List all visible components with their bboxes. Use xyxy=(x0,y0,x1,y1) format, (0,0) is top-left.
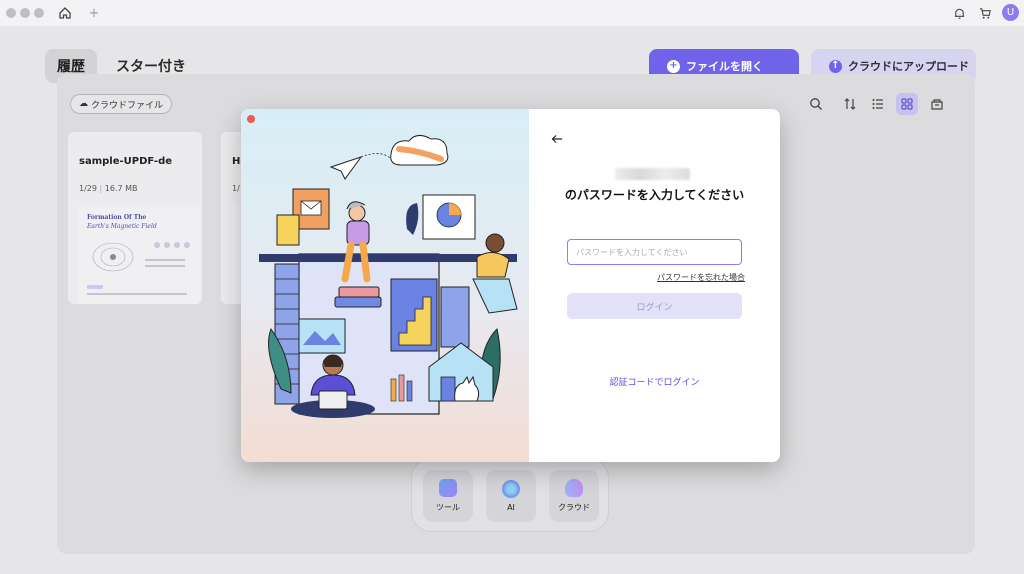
grid-view-icon[interactable] xyxy=(896,93,918,115)
redacted-email xyxy=(615,168,690,180)
plus-icon: + xyxy=(667,59,680,73)
title-bar: + U xyxy=(0,0,1024,26)
dock-tools-button[interactable]: ツール xyxy=(423,470,473,522)
password-input[interactable] xyxy=(567,239,742,265)
cart-icon[interactable] xyxy=(976,4,994,22)
dock-ai-button[interactable]: AI xyxy=(486,470,536,522)
window-close-button[interactable] xyxy=(6,8,16,18)
open-file-label: ファイルを開く xyxy=(686,60,763,73)
window-zoom-button[interactable] xyxy=(34,8,44,18)
cloud-files-filter[interactable]: ☁ クラウドファイル xyxy=(70,94,173,114)
file-meta: 1/ xyxy=(232,184,240,193)
file-thumbnail: Formation Of The Earth's Magnetic Field xyxy=(79,205,201,304)
bottom-dock: ツール AI クラウド xyxy=(411,458,609,532)
login-button[interactable]: ログイン xyxy=(567,293,742,319)
dock-cloud-button[interactable]: クラウド xyxy=(549,470,599,522)
thumbnail-figure-icon xyxy=(87,242,190,295)
cloud-icon: ☁ xyxy=(79,99,88,109)
list-view-icon[interactable] xyxy=(867,93,889,115)
new-tab-button[interactable]: + xyxy=(85,4,103,22)
dock-ai-label: AI xyxy=(507,503,515,512)
code-login-link[interactable]: 認証コードでログイン xyxy=(529,375,780,388)
login-panel: のパスワードを入力してください パスワードを忘れた場合 ログイン 認証コードでロ… xyxy=(529,109,780,462)
login-modal: のパスワードを入力してください パスワードを忘れた場合 ログイン 認証コードでロ… xyxy=(241,109,780,462)
upload-icon: ↑ xyxy=(829,59,842,73)
ai-icon xyxy=(502,480,520,498)
home-icon[interactable] xyxy=(56,4,74,22)
search-icon[interactable] xyxy=(805,93,827,115)
thumbnail-title: Formation Of The xyxy=(87,214,147,221)
workspace-illustration-icon xyxy=(259,135,518,418)
archive-icon[interactable] xyxy=(926,93,948,115)
cloud-icon xyxy=(565,479,583,497)
window-minimize-button[interactable] xyxy=(20,8,30,18)
thumbnail-subtitle: Earth's Magnetic Field xyxy=(87,223,157,230)
toolbox-icon xyxy=(439,479,457,497)
file-date: 1/ xyxy=(232,184,240,193)
sort-icon[interactable] xyxy=(839,93,861,115)
close-modal-button[interactable] xyxy=(247,115,255,123)
cloud-upload-label: クラウドにアップロード xyxy=(848,60,969,73)
dock-cloud-label: クラウド xyxy=(558,503,590,512)
file-name: sample-UPDF-de xyxy=(79,156,173,167)
bell-icon[interactable] xyxy=(950,4,968,22)
thumbnail-text: Formation Of The Earth's Magnetic Field xyxy=(87,213,157,231)
file-date: 1/29 xyxy=(79,184,97,193)
back-arrow-icon[interactable] xyxy=(551,133,563,149)
file-card[interactable]: sample-UPDF-de 1/29 | 16.7 MB Formation … xyxy=(68,132,202,304)
dock-tools-label: ツール xyxy=(436,503,460,512)
file-size: 16.7 MB xyxy=(104,184,138,193)
cloud-files-label: クラウドファイル xyxy=(91,100,164,111)
login-heading: のパスワードを入力してください xyxy=(564,188,745,202)
avatar[interactable]: U xyxy=(1002,4,1019,21)
illustration-panel xyxy=(241,109,529,462)
file-meta: 1/29 | 16.7 MB xyxy=(79,184,138,193)
forgot-password-link[interactable]: パスワードを忘れた場合 xyxy=(657,272,745,283)
